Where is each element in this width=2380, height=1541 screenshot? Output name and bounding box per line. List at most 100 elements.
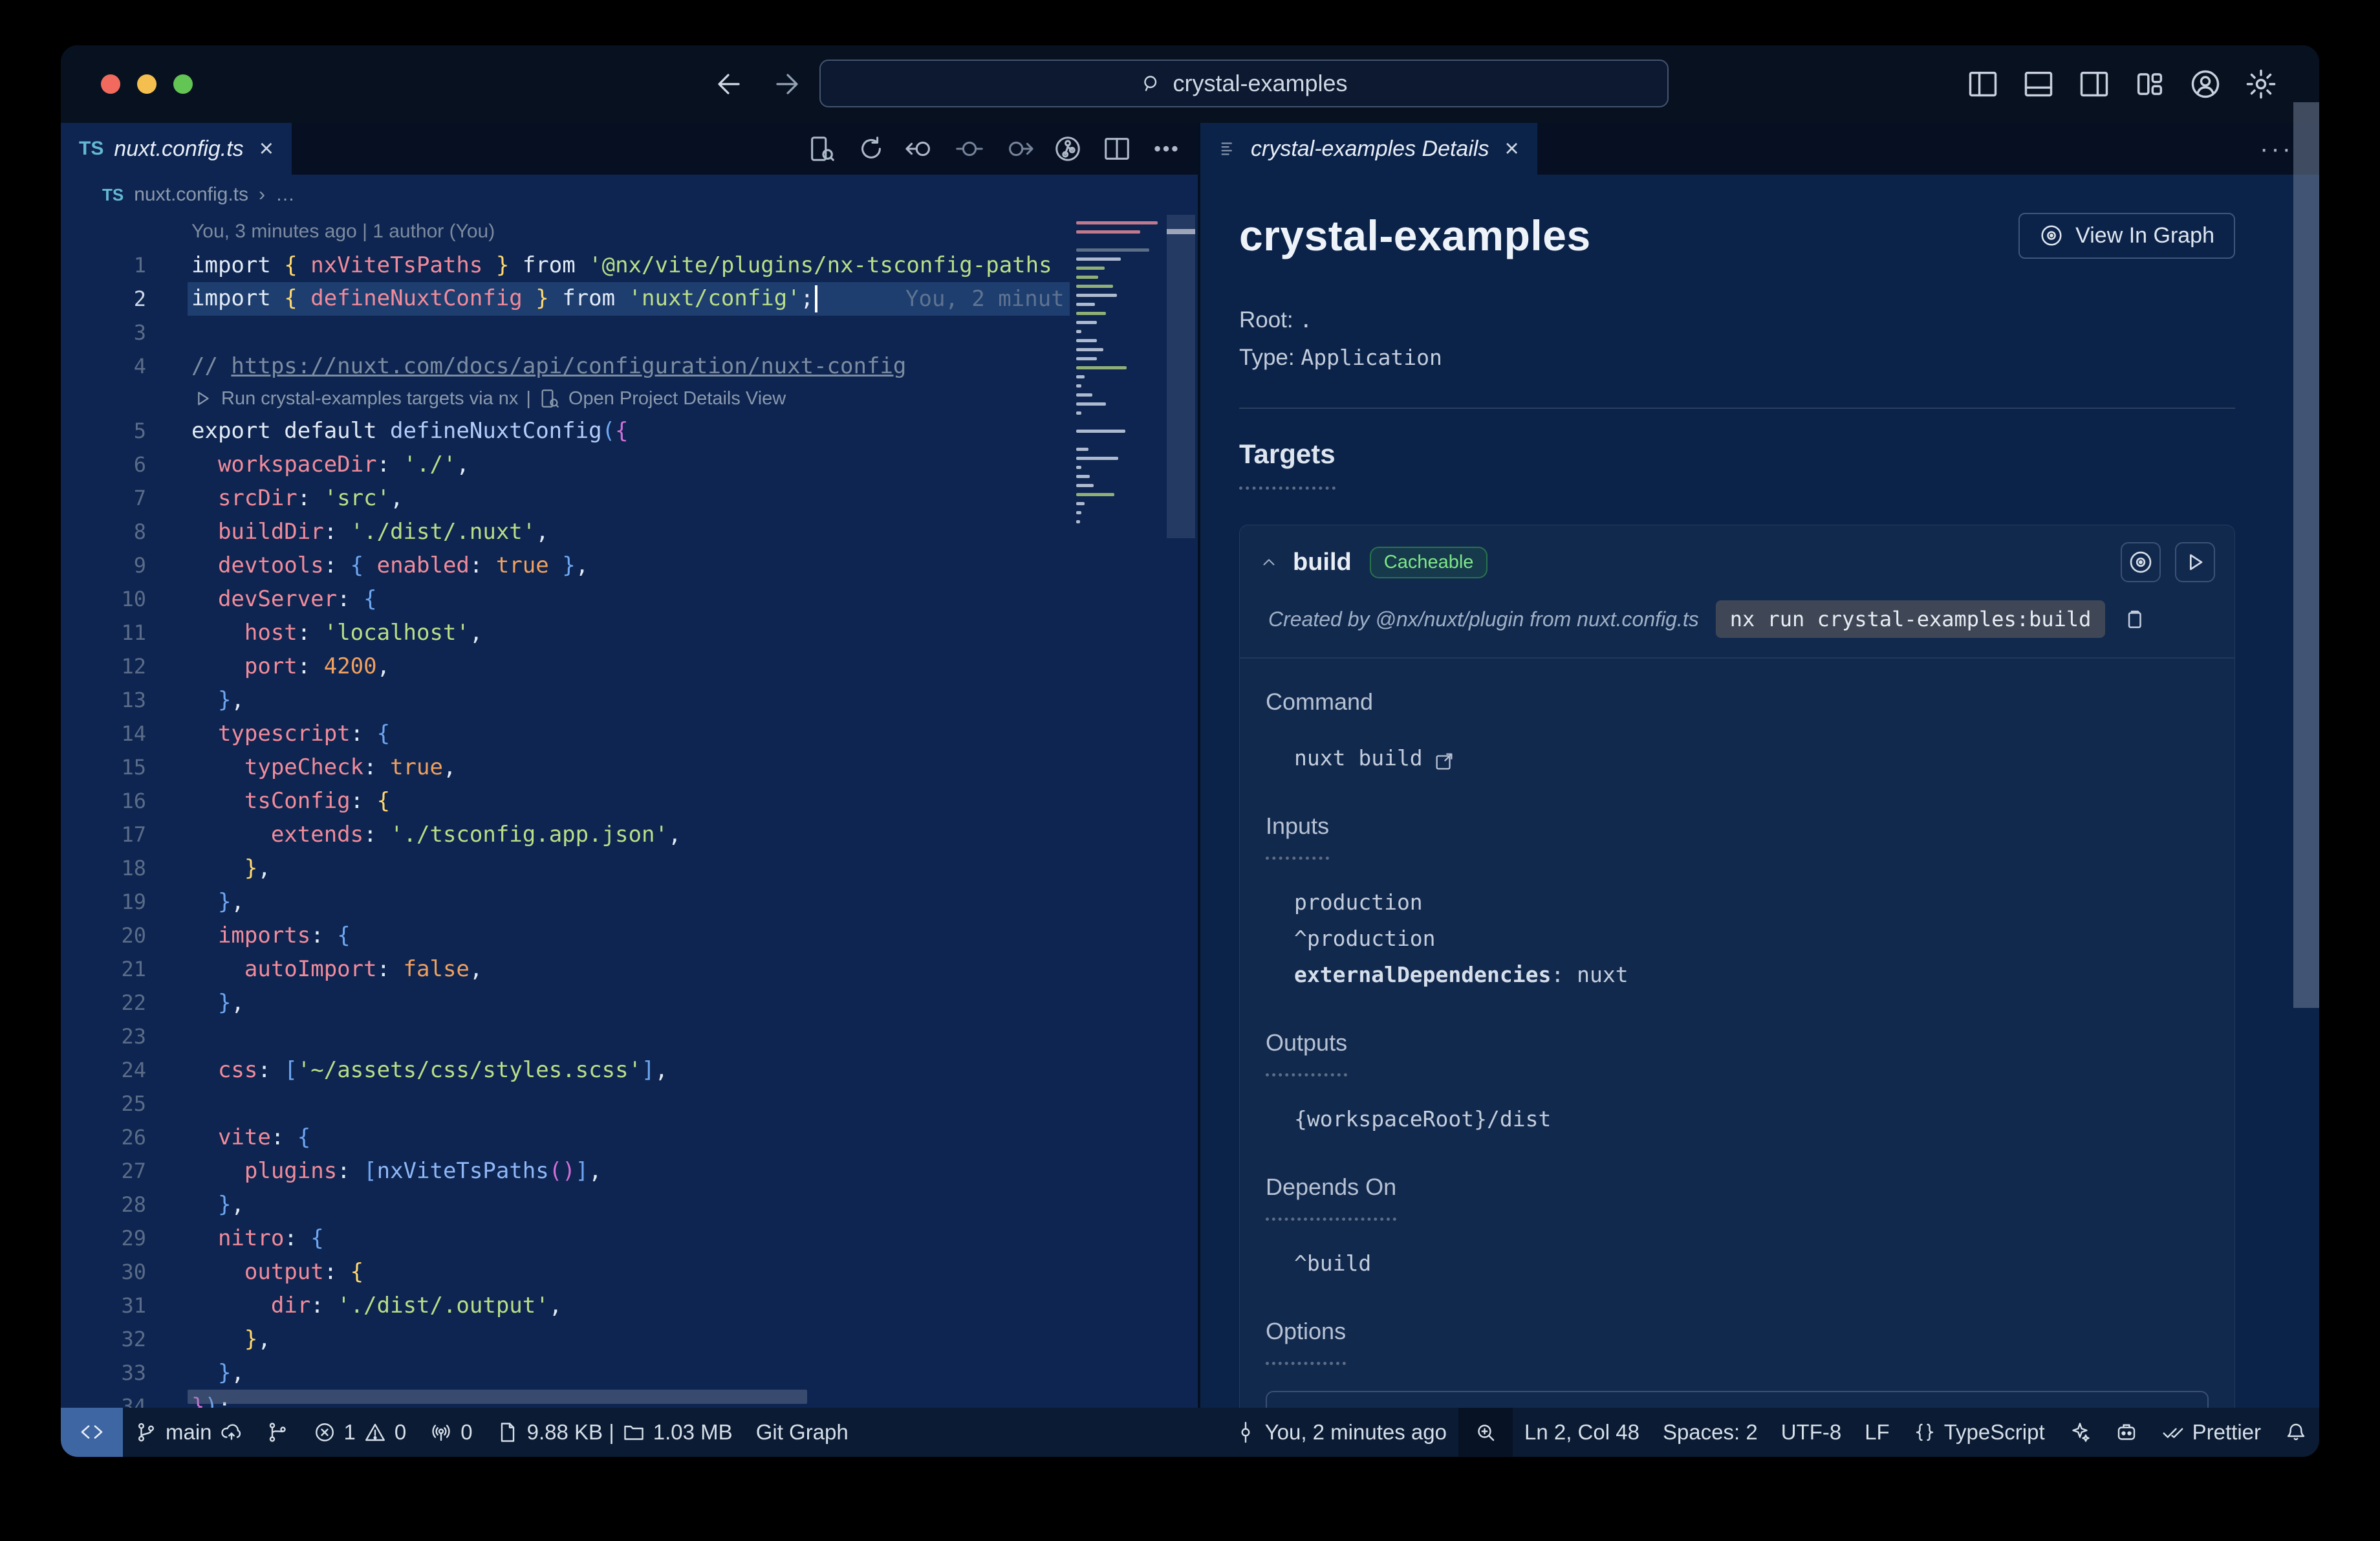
statusbar-indentation[interactable]: Spaces: 2 — [1651, 1408, 1769, 1457]
statusbar-git-graph[interactable]: Git Graph — [744, 1408, 860, 1457]
code-line[interactable]: 7 srcDir: 'src', — [61, 481, 1198, 515]
code-line[interactable]: 6 workspaceDir: './', — [61, 448, 1198, 481]
statusbar-copilot[interactable] — [2103, 1408, 2150, 1457]
code-line[interactable]: 17 extends: './tsconfig.app.json', — [61, 818, 1198, 851]
customize-layout-icon[interactable] — [2133, 67, 2167, 101]
details-scrollbar[interactable] — [2293, 97, 2319, 1457]
code-line[interactable]: 23 — [61, 1020, 1198, 1053]
titlebar: crystal-examples — [61, 45, 2319, 123]
refresh-icon[interactable] — [856, 134, 886, 164]
close-window-button[interactable] — [101, 74, 120, 94]
code-line[interactable]: 19}, — [61, 885, 1198, 919]
account-icon[interactable] — [2189, 67, 2222, 101]
editor-vertical-scrollbar[interactable] — [1167, 215, 1195, 1408]
previous-change-icon[interactable] — [905, 134, 935, 164]
view-in-graph-button[interactable]: View In Graph — [2018, 212, 2235, 259]
code-line[interactable]: 32}, — [61, 1322, 1198, 1356]
back-icon[interactable] — [714, 69, 745, 100]
code-line[interactable]: 22}, — [61, 986, 1198, 1020]
open-project-details-icon[interactable] — [807, 134, 837, 164]
window-controls[interactable] — [101, 45, 193, 123]
current-change-icon[interactable] — [955, 134, 984, 164]
statusbar-zoom-indicator[interactable] — [1458, 1408, 1513, 1457]
remote-indicator[interactable] — [61, 1408, 123, 1457]
run-target-button[interactable] — [2175, 542, 2215, 582]
line-number: 24 — [121, 1058, 146, 1082]
code-editor[interactable]: You, 3 minutes ago | 1 author (You) 1 imp… — [61, 215, 1198, 1408]
code-line[interactable]: 31 dir: './dist/.output', — [61, 1289, 1198, 1322]
external-link-icon[interactable] — [1433, 747, 1455, 770]
code-line[interactable]: 3 — [61, 316, 1198, 349]
code-line[interactable]: 27 plugins: [nxViteTsPaths()], — [61, 1154, 1198, 1188]
code-line[interactable]: 20 imports: { — [61, 919, 1198, 952]
code-line[interactable]: 5 export default defineNuxtConfig({ — [61, 414, 1198, 448]
statusbar-ports[interactable]: 0 — [418, 1408, 484, 1457]
code-line[interactable]: 11 host: 'localhost', — [61, 616, 1198, 650]
statusbar-branch-indicator[interactable]: main — [123, 1408, 255, 1457]
code-line[interactable]: 28}, — [61, 1188, 1198, 1221]
code-line[interactable]: 9 devtools: { enabled: true }, — [61, 549, 1198, 582]
statusbar-source-control-graph[interactable] — [255, 1408, 301, 1457]
layout-sidebar-left-icon[interactable] — [1966, 67, 2000, 101]
next-change-icon[interactable] — [1004, 134, 1033, 164]
code-line[interactable]: You, 2 minut 2 import { defineNuxtConfig }… — [61, 282, 1198, 316]
code-line[interactable]: 8 buildDir: './dist/.nuxt', — [61, 515, 1198, 549]
settings-gear-icon[interactable] — [2244, 67, 2278, 101]
tab-nuxt-config[interactable]: TS nuxt.config.ts × — [61, 123, 292, 175]
nx-run-command-chip[interactable]: nx run crystal-examples:build — [1715, 600, 2106, 638]
code-line[interactable]: 33}, — [61, 1356, 1198, 1390]
close-tab-icon[interactable]: × — [1504, 135, 1519, 163]
command-center-search[interactable]: crystal-examples — [819, 60, 1669, 107]
breadcrumb-more[interactable]: … — [276, 184, 295, 206]
codelens-run[interactable]: Run crystal-examples targets via nx — [221, 388, 518, 410]
codelens-open-details[interactable]: Open Project Details View — [568, 388, 786, 410]
tab-project-details[interactable]: crystal-examples Details × — [1200, 123, 1537, 175]
code-line[interactable]: 14 typescript: { — [61, 717, 1198, 750]
statusbar-encoding[interactable]: UTF-8 — [1769, 1408, 1854, 1457]
split-editor-icon[interactable] — [1102, 134, 1132, 164]
timeline-icon[interactable] — [1053, 134, 1083, 164]
maximize-window-button[interactable] — [173, 74, 193, 94]
layout-panel-icon[interactable] — [2022, 67, 2055, 101]
code-line[interactable]: 18}, — [61, 851, 1198, 885]
code-line[interactable]: 26 vite: { — [61, 1120, 1198, 1154]
options-json-editor[interactable]: { "cwd": "."} — [1266, 1391, 2209, 1408]
code-line[interactable]: 29 nitro: { — [61, 1221, 1198, 1255]
code-line[interactable]: 21 autoImport: false, — [61, 952, 1198, 986]
code-line[interactable]: 16 tsConfig: { — [61, 784, 1198, 818]
code-line[interactable]: 25 — [61, 1087, 1198, 1120]
statusbar-blame-info[interactable]: You, 2 minutes ago — [1222, 1408, 1458, 1457]
code-line[interactable]: 10 devServer: { — [61, 582, 1198, 616]
breadcrumb-file[interactable]: nuxt.config.ts — [134, 184, 248, 206]
code-line[interactable]: 1 import { nxViteTsPaths } from '@nx/vite… — [61, 248, 1198, 282]
minimap[interactable] — [1070, 215, 1164, 1408]
more-actions-icon[interactable] — [1151, 134, 1181, 164]
code-line[interactable]: 4// https://nuxt.com/docs/api/configurat… — [61, 349, 1198, 383]
command-value[interactable]: nuxt build — [1294, 740, 2209, 776]
more-actions-icon[interactable]: ··· — [2260, 123, 2293, 175]
layout-sidebar-right-icon[interactable] — [2077, 67, 2111, 101]
code-line[interactable]: 13}, — [61, 683, 1198, 717]
code-line[interactable]: 24 css: ['~/assets/css/styles.scss'], — [61, 1053, 1198, 1087]
breadcrumb[interactable]: TS nuxt.config.ts › … — [61, 175, 1198, 215]
blame-annotation: You, 3 minutes ago | 1 author (You) — [191, 221, 495, 242]
statusbar-prettier[interactable]: Prettier — [2150, 1408, 2273, 1457]
copy-icon[interactable] — [2122, 607, 2147, 631]
statusbar-problems[interactable]: 10 — [301, 1408, 418, 1457]
chevron-up-icon[interactable] — [1259, 552, 1279, 572]
editor-horizontal-scrollbar[interactable] — [188, 1390, 807, 1404]
forward-icon[interactable] — [771, 69, 802, 100]
code-line[interactable]: 30 output: { — [61, 1255, 1198, 1289]
folder-icon — [622, 1421, 645, 1444]
statusbar-language-mode[interactable]: TypeScript — [1901, 1408, 2057, 1457]
codelens[interactable]: Run crystal-examples targets via nx | Op… — [61, 383, 1198, 414]
code-line[interactable]: 12 port: 4200, — [61, 650, 1198, 683]
statusbar-eol[interactable]: LF — [1853, 1408, 1901, 1457]
minimize-window-button[interactable] — [137, 74, 157, 94]
code-line[interactable]: 15 typeCheck: true, — [61, 750, 1198, 784]
view-target-button[interactable] — [2121, 542, 2161, 582]
statusbar-cursor-position[interactable]: Ln 2, Col 48 — [1513, 1408, 1651, 1457]
statusbar-file-size[interactable]: 9.88 KB | 1.03 MB — [484, 1408, 744, 1457]
close-tab-icon[interactable]: × — [259, 135, 274, 163]
statusbar-extension-spark[interactable] — [2057, 1408, 2103, 1457]
